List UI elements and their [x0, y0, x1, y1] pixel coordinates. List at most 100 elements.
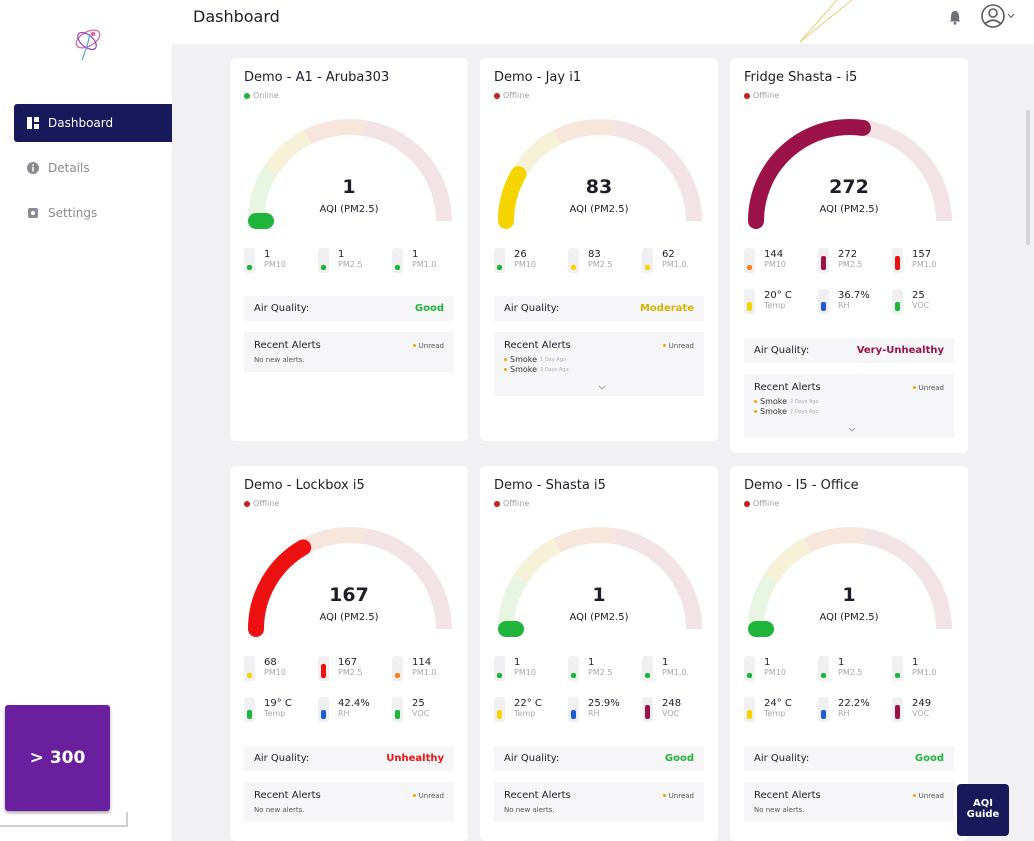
- alert-item[interactable]: Smoke 2 Days Ago: [754, 397, 944, 406]
- no-alerts-text: No new alerts.: [254, 356, 305, 364]
- air-quality-label: Air Quality:: [754, 345, 810, 356]
- aqi-filter-tray: [0, 812, 128, 827]
- status-indicator: Offline: [494, 91, 529, 100]
- metric-bar-fill: [645, 673, 650, 678]
- metric-label: VOC: [912, 301, 930, 310]
- unread-indicator[interactable]: Unread: [662, 340, 694, 351]
- unread-label: Unread: [668, 791, 694, 800]
- recent-alerts: Recent Alerts Unread Smoke 2 Days Ago Smoke 2…: [744, 374, 954, 438]
- air-quality-label: Air Quality:: [504, 303, 560, 314]
- device-card[interactable]: Fridge Shasta - i5 Offline 272 AQI (PM2.5) 1…: [730, 58, 968, 453]
- bell-icon[interactable]: [949, 9, 961, 25]
- device-card[interactable]: Demo - I5 - Office Offline 1 AQI (PM2.5) 1 PM…: [730, 466, 968, 841]
- status-text: Online: [253, 91, 279, 100]
- device-name[interactable]: Demo - Lockbox i5: [244, 478, 365, 493]
- unread-label: Unread: [668, 341, 694, 350]
- no-alerts-text: No new alerts.: [254, 806, 305, 814]
- unread-label: Unread: [418, 791, 444, 800]
- metric-value: 1: [838, 657, 845, 668]
- user-menu[interactable]: [980, 3, 1015, 29]
- metric-pm10: 1 PM1.0: [642, 654, 702, 682]
- device-card[interactable]: Demo - Jay i1 Offline 83 AQI (PM2.5) 26 PM10 8…: [480, 58, 718, 441]
- aqi-guide-line1: AQI: [973, 798, 993, 809]
- metric-bar-fill: [571, 265, 576, 270]
- metric-label: PM1.0: [912, 668, 937, 677]
- alerts-title: Recent Alerts: [254, 790, 321, 801]
- air-quality-label: Air Quality:: [504, 753, 560, 764]
- chevron-down-icon[interactable]: [848, 426, 856, 434]
- metric-label: VOC: [412, 709, 430, 718]
- scrollbar-thumb[interactable]: [1026, 110, 1030, 245]
- alert-dot: [754, 400, 757, 403]
- aqi-guide-line2: Guide: [966, 809, 1000, 820]
- metric-value: 83: [588, 249, 601, 260]
- decorative-lines: [799, 0, 853, 43]
- metric-pm10: 26 PM10: [494, 246, 554, 274]
- metric-bar-fill: [571, 710, 576, 719]
- metric-value: 42.4%: [338, 698, 370, 709]
- metric-bar-fill: [895, 302, 900, 311]
- unread-indicator[interactable]: Unread: [912, 790, 944, 801]
- device-name[interactable]: Demo - Jay i1: [494, 70, 581, 85]
- chevron-down-icon[interactable]: [598, 384, 606, 392]
- aqi-label: AQI (PM2.5): [819, 612, 879, 623]
- metric-pm10: 1 PM1.0: [392, 246, 452, 274]
- status-indicator: Offline: [744, 91, 779, 100]
- metric-label: PM10: [514, 668, 536, 677]
- metric-label: PM10: [764, 260, 786, 269]
- metric-pm25: 1 PM2.5: [568, 654, 628, 682]
- metric-value: 1: [588, 657, 595, 668]
- status-indicator: Offline: [244, 499, 279, 508]
- metric-pm25: 1 PM2.5: [818, 654, 878, 682]
- aqi-filter-button[interactable]: > 300: [5, 705, 110, 811]
- aqi-guide-button[interactable]: AQI Guide: [957, 784, 1009, 836]
- metric-bar-fill: [895, 256, 900, 270]
- device-card[interactable]: Demo - A1 - Aruba303 Online 1 AQI (PM2.5) 1 P…: [230, 58, 468, 441]
- gauge-track: [803, 527, 866, 553]
- metric-label: PM2.5: [588, 668, 613, 677]
- metric-voc: 248 VOC: [642, 695, 702, 723]
- alerts-header: Recent Alerts Unread: [254, 340, 444, 351]
- sidebar-item-details[interactable]: Details: [14, 149, 172, 187]
- aqi-value: 1: [592, 584, 606, 606]
- status-text: Offline: [503, 499, 530, 508]
- aqi-label: AQI (PM2.5): [319, 204, 379, 215]
- unread-indicator[interactable]: Unread: [662, 790, 694, 801]
- status-indicator: Offline: [494, 499, 529, 508]
- status-dot: [244, 500, 250, 507]
- metric-label: Temp: [764, 709, 786, 718]
- alerts-title: Recent Alerts: [754, 382, 821, 393]
- device-card[interactable]: Demo - Lockbox i5 Offline 167 AQI (PM2.5) 68…: [230, 466, 468, 841]
- gauge-track: [553, 119, 616, 145]
- metric-value: 1: [662, 657, 669, 668]
- status-dot: [744, 500, 750, 507]
- metric-label: PM2.5: [338, 260, 363, 269]
- sidebar-item-dashboard[interactable]: Dashboard: [14, 104, 172, 142]
- alert-item[interactable]: Smoke 2 Days Ago: [504, 365, 694, 374]
- unread-indicator[interactable]: Unread: [412, 790, 444, 801]
- device-name[interactable]: Demo - A1 - Aruba303: [244, 70, 389, 85]
- device-name[interactable]: Fridge Shasta - i5: [744, 70, 857, 85]
- air-quality-label: Air Quality:: [254, 303, 310, 314]
- sidebar-item-settings[interactable]: Settings: [14, 194, 172, 232]
- unread-indicator[interactable]: Unread: [412, 340, 444, 351]
- metric-label: PM2.5: [838, 668, 863, 677]
- metric-bar-fill: [645, 265, 650, 270]
- gauge-track: [303, 119, 366, 145]
- metric-bar-fill: [321, 710, 326, 719]
- metric-pm10: 1 PM10: [494, 654, 554, 682]
- alerts-title: Recent Alerts: [754, 790, 821, 801]
- device-card[interactable]: Demo - Shasta i5 Offline 1 AQI (PM2.5) 1 PM10…: [480, 466, 718, 841]
- metric-bar-fill: [321, 664, 326, 678]
- status-text: Offline: [753, 91, 780, 100]
- alert-item[interactable]: Smoke 2 Days Ago: [754, 407, 944, 416]
- device-name[interactable]: Demo - I5 - Office: [744, 478, 859, 493]
- device-name[interactable]: Demo - Shasta i5: [494, 478, 606, 493]
- metric-bar-fill: [747, 673, 752, 678]
- metric-label: PM10: [764, 668, 786, 677]
- metric-value: 144: [764, 249, 784, 260]
- alert-item[interactable]: Smoke 1 Day Ago: [504, 355, 694, 364]
- grid-icon: [27, 117, 39, 129]
- unread-indicator[interactable]: Unread: [912, 382, 944, 393]
- metric-value: 26: [514, 249, 527, 260]
